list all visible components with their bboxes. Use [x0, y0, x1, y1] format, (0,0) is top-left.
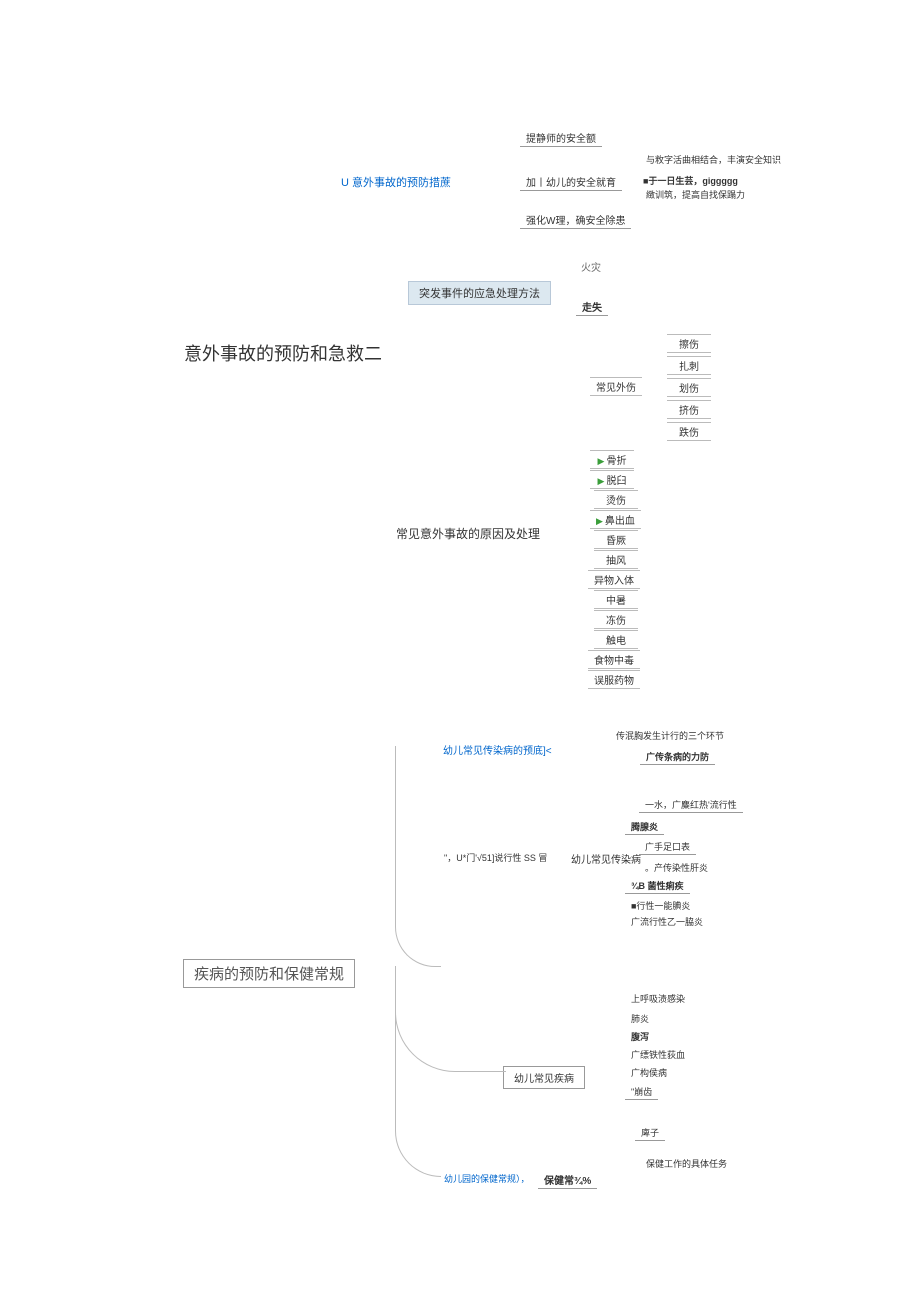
branch-common-infectious-pre: "，U*门'√51]说行性 SS 冒: [438, 849, 553, 866]
inj-3: 划伤: [667, 378, 711, 397]
connector: [395, 966, 441, 1177]
inj-5: 跌伤: [667, 422, 711, 441]
acc-foodpoison: 食物中毒: [588, 650, 640, 669]
dis-5: 广构侯病: [625, 1064, 673, 1081]
inf-6: ■行性一能腆炎: [625, 897, 696, 914]
healthcare-tasks: 保健工作的具体任务: [640, 1155, 733, 1172]
dis-8: 庳子: [635, 1124, 665, 1141]
acc-faint: 昏厥: [594, 530, 638, 549]
branch-common-disease: 幼儿常见疾病: [503, 1066, 585, 1089]
connector: [395, 746, 441, 967]
dis-4: 广缥铁性荻血: [625, 1046, 691, 1063]
sub-training: 緻训筑，提高自找保蹋力: [640, 186, 751, 203]
branch-infectious-prevent: 幼儿常见传染病的预底]<: [437, 740, 558, 759]
root-common-accidents: 常见意外事故的原因及处理: [390, 523, 546, 544]
inj-2: 扎刺: [667, 356, 711, 375]
inf-7: 广流行性乙一脇炎: [625, 913, 709, 930]
inf-5: ¾B 菌性痢疾: [625, 877, 690, 894]
inf-prevent: 广传条病的力防: [640, 748, 715, 765]
acc-foreign: 异物入体: [588, 570, 640, 589]
root-emergency: 突发事件的应急处理方法: [408, 281, 551, 305]
acc-fracture: 骨折: [590, 450, 634, 469]
branch-child-safety-edu: 加丨幼儿的安全就育: [520, 172, 622, 191]
branch-common-infectious: 幼儿常见传染病: [565, 849, 647, 868]
dis-3: 腹泻: [625, 1028, 655, 1045]
acc-wrongmed: 误服药物: [588, 670, 640, 689]
branch-teacher-safety: 提静师的安全额: [520, 128, 602, 147]
fire: 火灾: [575, 257, 607, 276]
root-disease: 疾病的预防和保健常规: [183, 959, 355, 988]
root-prevention: U 意外事故的预防措蔗: [335, 172, 457, 192]
acc-frostbite: 冻伤: [594, 610, 638, 629]
branch-healthcare-pre: 幼儿园的保健常规），: [438, 1170, 536, 1187]
acc-spasm: 抽风: [594, 550, 638, 569]
branch-healthcare: 保健常¾%: [538, 1170, 597, 1189]
dis-6: "崩齿: [625, 1083, 658, 1100]
dis-2: 肺炎: [625, 1010, 655, 1027]
inf-2: 腾腺炎: [625, 818, 664, 835]
common-injuries: 常见外伤: [590, 377, 642, 396]
acc-dislocation: 脱臼: [590, 470, 634, 489]
inf-1: 一水，广麋红热'流行性: [639, 796, 743, 813]
acc-heatstroke: 中暑: [594, 590, 638, 609]
dis-1: 上呼吸渍感染: [625, 990, 691, 1007]
lost: 走失: [576, 297, 608, 316]
inf-3: 广手足口表: [639, 838, 696, 855]
branch-management: 强化W理，确安全除患: [520, 210, 631, 229]
inj-1: 擦伤: [667, 334, 711, 353]
title-accident: 意外事故的预防和急救二: [178, 338, 388, 368]
inj-4: 挤伤: [667, 400, 711, 419]
inf-4: 。产传染性肝炎: [639, 859, 714, 876]
sub-combine: 与敉字活曲相结合，丰演安全知识: [640, 151, 787, 168]
acc-nosebleed: 鼻出血: [590, 510, 641, 529]
acc-shock: 触电: [594, 630, 638, 649]
acc-burn: 烫伤: [594, 490, 638, 509]
inf-3links: 传泯胸发生计行的三个环节: [610, 727, 730, 744]
